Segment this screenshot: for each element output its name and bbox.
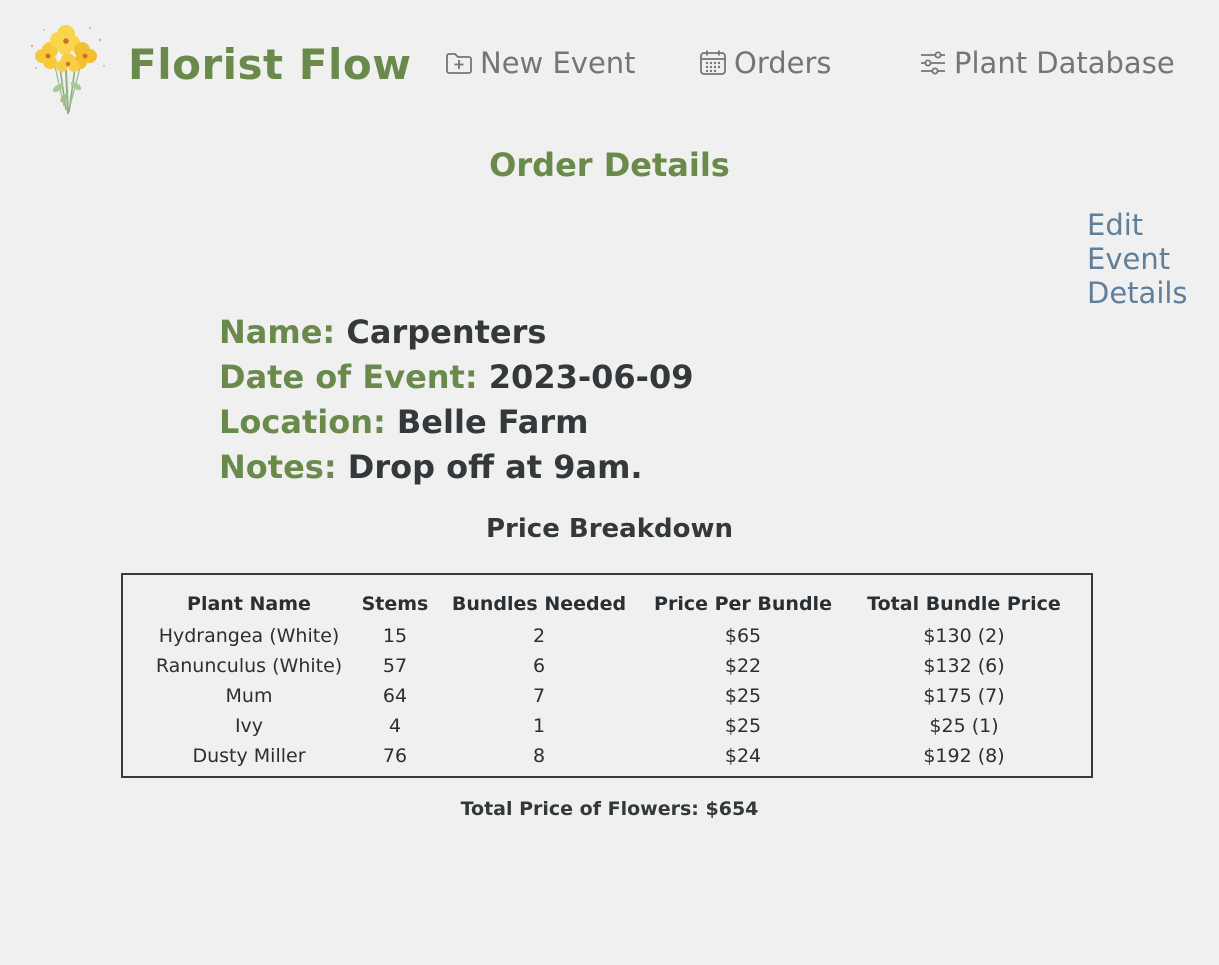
- cell-stems: 57: [382, 655, 408, 677]
- cell-price-per-bundle: $25: [724, 685, 762, 707]
- cell-plant-name: Ivy: [234, 715, 264, 737]
- event-notes-value: Drop off at 9am.: [347, 448, 643, 486]
- sliders-icon: [921, 51, 945, 75]
- column-header-plant-name: Plant Name: [187, 593, 311, 615]
- table-row: Hydrangea (White) 15 2 $65 $130 (2): [145, 621, 1083, 651]
- cell-bundles-needed: 2: [532, 625, 546, 647]
- nav-orders-label: Orders: [734, 46, 832, 80]
- edit-link-line-3: Details: [1087, 276, 1188, 310]
- table-row: Dusty Miller 76 8 $24 $192 (8): [145, 741, 1083, 771]
- cell-total-bundle-price: $192 (8): [923, 745, 1005, 767]
- nav-orders[interactable]: Orders: [698, 46, 832, 80]
- nav-new-event[interactable]: New Event: [444, 46, 636, 80]
- folder-plus-icon: [446, 53, 472, 74]
- event-name-value: Carpenters: [346, 313, 547, 351]
- nav-plant-database-label: Plant Database: [954, 46, 1175, 80]
- event-date-label: Date of Event:: [219, 358, 478, 396]
- page-title: Order Details: [489, 146, 730, 184]
- event-notes-label: Notes:: [219, 448, 337, 486]
- app-title[interactable]: Florist Flow: [128, 40, 412, 89]
- column-header-bundles-needed: Bundles Needed: [451, 593, 627, 615]
- price-breakdown-table-container: Plant Name Stems Bundles Needed Price Pe…: [121, 573, 1093, 778]
- cell-plant-name: Dusty Miller: [192, 745, 306, 767]
- event-notes-row: Notes: Drop off at 9am.: [219, 445, 693, 490]
- price-breakdown-title: Price Breakdown: [486, 514, 733, 544]
- column-header-stems: Stems: [361, 593, 429, 615]
- event-details: Name: Carpenters Date of Event: 2023-06-…: [219, 310, 693, 490]
- column-header-total-bundle-price: Total Bundle Price: [867, 593, 1061, 615]
- cell-plant-name: Hydrangea (White): [158, 625, 340, 647]
- total-price: Total Price of Flowers: $654: [460, 798, 759, 820]
- event-name-row: Name: Carpenters: [219, 310, 693, 355]
- cell-plant-name: Ranunculus (White): [155, 655, 343, 677]
- cell-total-bundle-price: $25 (1): [929, 715, 999, 737]
- cell-bundles-needed: 6: [532, 655, 546, 677]
- cell-price-per-bundle: $24: [724, 745, 762, 767]
- edit-link-line-2: Event: [1087, 242, 1171, 276]
- cell-total-bundle-price: $132 (6): [923, 655, 1005, 677]
- cell-stems: 15: [382, 625, 408, 647]
- table-row: Mum 64 7 $25 $175 (7): [145, 681, 1083, 711]
- table-row: Ivy 4 1 $25 $25 (1): [145, 711, 1083, 741]
- nav-plant-database[interactable]: Plant Database: [918, 46, 1175, 80]
- table-row: Ranunculus (White) 57 6 $22 $132 (6): [145, 651, 1083, 681]
- cell-bundles-needed: 8: [532, 745, 546, 767]
- cell-stems: 64: [382, 685, 408, 707]
- edit-event-details-link[interactable]: Edit Event Details: [1087, 208, 1207, 310]
- event-date-value: 2023-06-09: [488, 358, 694, 396]
- table-header-row: Plant Name Stems Bundles Needed Price Pe…: [145, 587, 1083, 621]
- event-location-value: Belle Farm: [396, 403, 589, 441]
- cell-total-bundle-price: $130 (2): [923, 625, 1005, 647]
- cell-price-per-bundle: $22: [724, 655, 762, 677]
- calendar-icon: [700, 50, 726, 75]
- bouquet-logo-icon[interactable]: [20, 10, 112, 118]
- event-location-row: Location: Belle Farm: [219, 400, 693, 445]
- event-date-row: Date of Event: 2023-06-09: [219, 355, 693, 400]
- cell-stems: 4: [388, 715, 402, 737]
- cell-price-per-bundle: $25: [724, 715, 762, 737]
- page: Florist Flow New Event Orders Plant Data…: [0, 0, 1219, 965]
- column-header-price-per-bundle: Price Per Bundle: [654, 593, 832, 615]
- cell-stems: 76: [382, 745, 408, 767]
- nav-new-event-label: New Event: [480, 46, 636, 80]
- event-location-label: Location:: [219, 403, 386, 441]
- event-name-label: Name:: [219, 313, 336, 351]
- cell-bundles-needed: 7: [532, 685, 546, 707]
- cell-price-per-bundle: $65: [724, 625, 762, 647]
- cell-plant-name: Mum: [225, 685, 273, 707]
- edit-link-line-1: Edit: [1087, 208, 1144, 242]
- price-breakdown-table: Plant Name Stems Bundles Needed Price Pe…: [145, 587, 1083, 771]
- cell-total-bundle-price: $175 (7): [923, 685, 1005, 707]
- cell-bundles-needed: 1: [532, 715, 546, 737]
